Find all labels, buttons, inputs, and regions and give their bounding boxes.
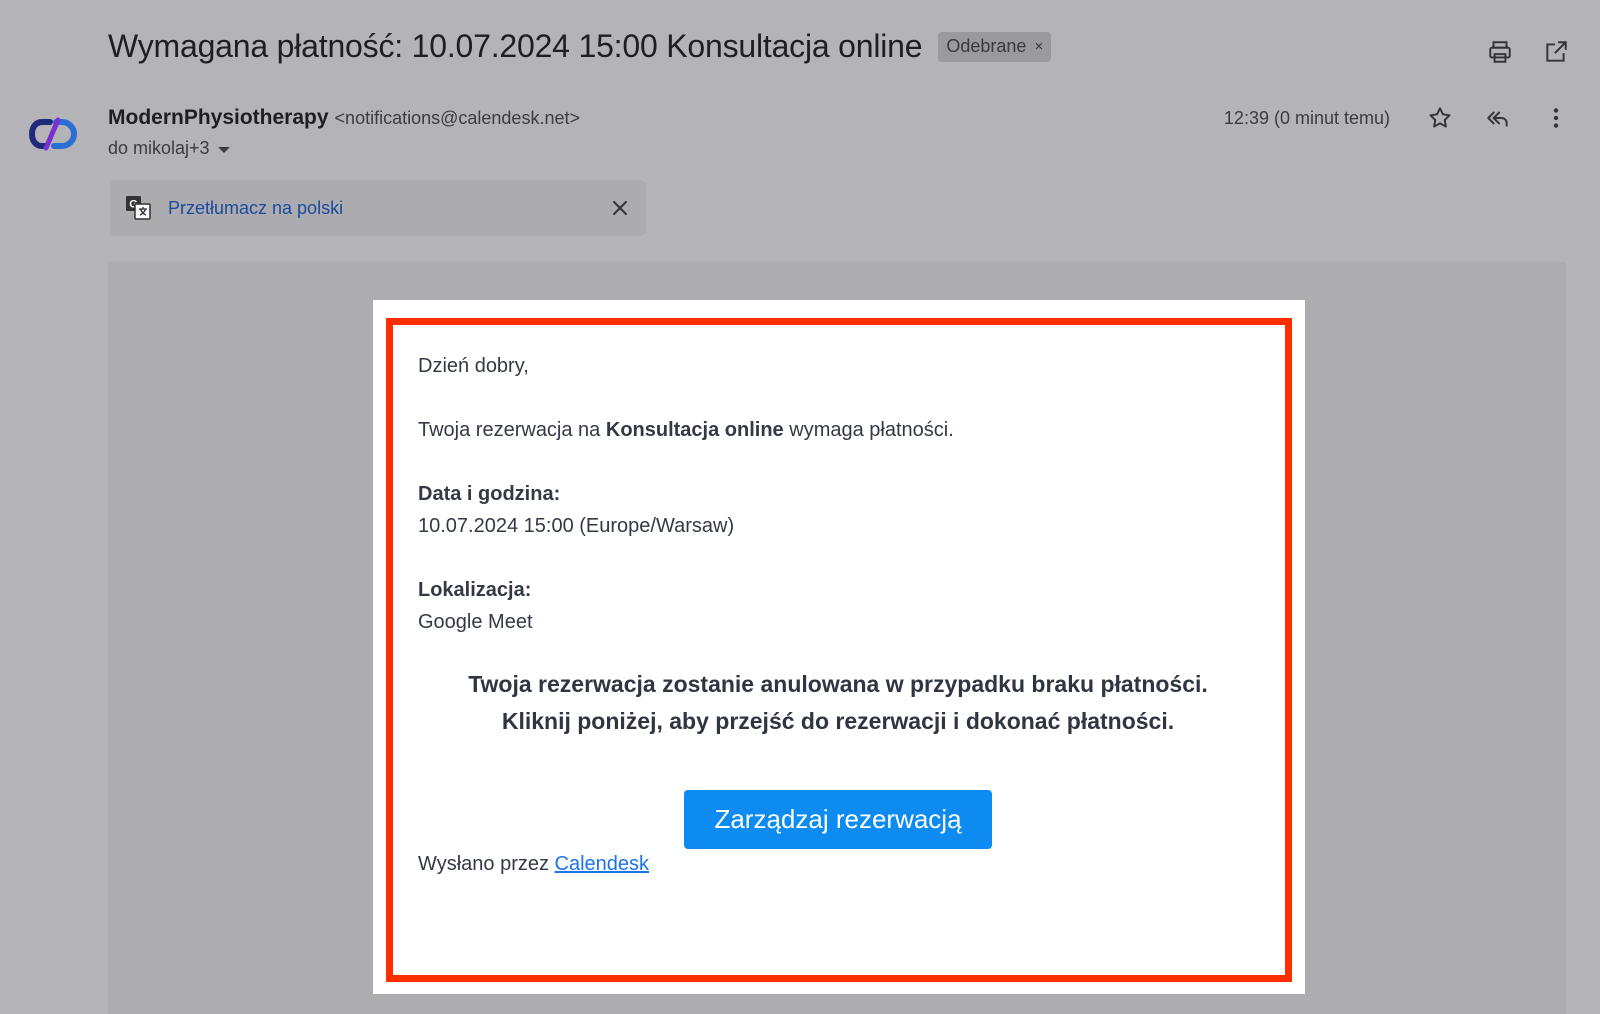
intro-paragraph: Twoja rezerwacja na Konsultacja online w… (418, 414, 1258, 446)
print-icon (1489, 41, 1511, 63)
message-meta: 12:39 (0 minut temu) (1224, 104, 1570, 132)
more-vertical-icon (1553, 108, 1559, 128)
location-value: Google Meet (418, 611, 533, 633)
intro-prefix: Twoja rezerwacja na (418, 419, 606, 441)
sender-avatar (28, 114, 78, 154)
translate-link[interactable]: Przetłumacz na polski (168, 198, 608, 219)
location-section: Lokalizacja: Google Meet (418, 574, 1258, 638)
label-chip-inbox[interactable]: Odebrane × (938, 31, 1052, 62)
top-actions (1486, 38, 1570, 66)
email-content: Dzień dobry, Twoja rezerwacja na Konsult… (418, 350, 1258, 879)
sender-line: ModernPhysiotherapy <notifications@calen… (108, 106, 580, 130)
open-in-new-window-icon (1546, 41, 1567, 62)
date-section: Data i godzina: 10.07.2024 15:00 (Europe… (418, 478, 1258, 542)
calendesk-logo-icon (28, 117, 78, 151)
cancellation-warning: Twoja rezerwacja zostanie anulowana w pr… (418, 666, 1258, 740)
close-icon[interactable] (608, 196, 632, 220)
warning-line-1: Twoja rezerwacja zostanie anulowana w pr… (468, 671, 1208, 697)
reply-all-button[interactable] (1484, 104, 1512, 132)
chevron-down-icon (217, 146, 230, 153)
footer-line: Wysłano przez Calendesk (418, 849, 1258, 879)
sender-block: ModernPhysiotherapy <notifications@calen… (108, 106, 580, 159)
print-button[interactable] (1486, 38, 1514, 66)
star-icon (1429, 107, 1451, 128)
greeting: Dzień dobry, (418, 355, 529, 377)
service-name: Konsultacja online (605, 419, 784, 441)
star-button[interactable] (1426, 104, 1454, 132)
reply-all-icon (1487, 111, 1508, 127)
warning-line-2: Kliknij poniżej, aby przejść do rezerwac… (501, 708, 1175, 734)
sender-name: ModernPhysiotherapy (108, 106, 329, 129)
translate-bar: G Przetłumacz na polski (110, 180, 646, 236)
sender-email: <notifications@calendesk.net> (334, 108, 580, 128)
message-time: 12:39 (0 minut temu) (1223, 107, 1390, 128)
more-options-button[interactable] (1542, 104, 1570, 132)
intro-suffix: wymaga płatności. (783, 419, 954, 441)
date-label: Data i godzina: (418, 483, 561, 505)
remove-label-button[interactable]: × (1034, 38, 1043, 55)
footer-prefix: Wysłano przez (418, 853, 555, 875)
recipients-toggle[interactable]: do mikolaj+3 (108, 138, 580, 159)
recipients-text: do mikolaj+3 (108, 138, 210, 158)
subject-row: Wymagana płatność: 10.07.2024 15:00 Kons… (108, 28, 1052, 65)
manage-booking-button[interactable]: Zarządzaj rezerwacją (684, 790, 992, 849)
translate-icon: G (126, 196, 151, 220)
label-chip-text: Odebrane (946, 35, 1027, 56)
email-subject: Wymagana płatność: 10.07.2024 15:00 Kons… (108, 28, 923, 64)
date-value: 10.07.2024 15:00 (Europe/Warsaw) (418, 515, 735, 537)
location-label: Lokalizacja: (418, 579, 532, 601)
button-wrap: Zarządzaj rezerwacją (418, 790, 1258, 849)
open-in-new-window-button[interactable] (1542, 38, 1570, 66)
calendesk-link[interactable]: Calendesk (555, 853, 650, 875)
